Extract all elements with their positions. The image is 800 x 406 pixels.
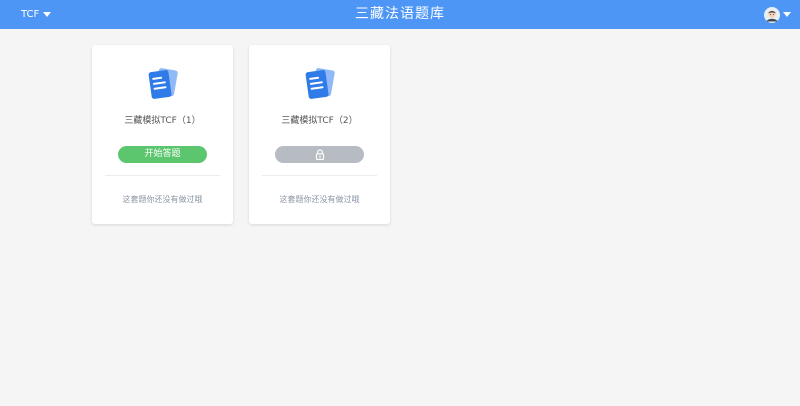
divider	[105, 175, 220, 176]
user-menu[interactable]	[764, 0, 791, 29]
paper-card: 三藏模拟TCF（2） 这套题你还没有做过哦	[249, 45, 390, 224]
start-quiz-button[interactable]: 开始答题	[118, 146, 207, 163]
paper-status: 这套题你还没有做过哦	[122, 195, 203, 204]
avatar	[764, 6, 780, 23]
paper-status: 这套题你还没有做过哦	[279, 195, 360, 204]
caret-down-icon	[783, 12, 791, 17]
locked-quiz-button[interactable]	[275, 146, 364, 163]
document-icon	[305, 68, 335, 99]
document-icon	[148, 68, 178, 99]
divider	[262, 175, 377, 176]
app-title: 三藏法语题库	[355, 6, 445, 22]
lock-icon	[315, 149, 324, 160]
paper-title: 三藏模拟TCF（1）	[124, 116, 201, 126]
paper-list: 三藏模拟TCF（1） 开始答题 这套题你还没有做过哦 三藏模拟TCF（2） 这套…	[92, 45, 390, 224]
paper-card: 三藏模拟TCF（1） 开始答题 这套题你还没有做过哦	[92, 45, 233, 224]
paper-title: 三藏模拟TCF（2）	[281, 116, 358, 126]
top-bar: TCF 三藏法语题库	[0, 0, 800, 29]
